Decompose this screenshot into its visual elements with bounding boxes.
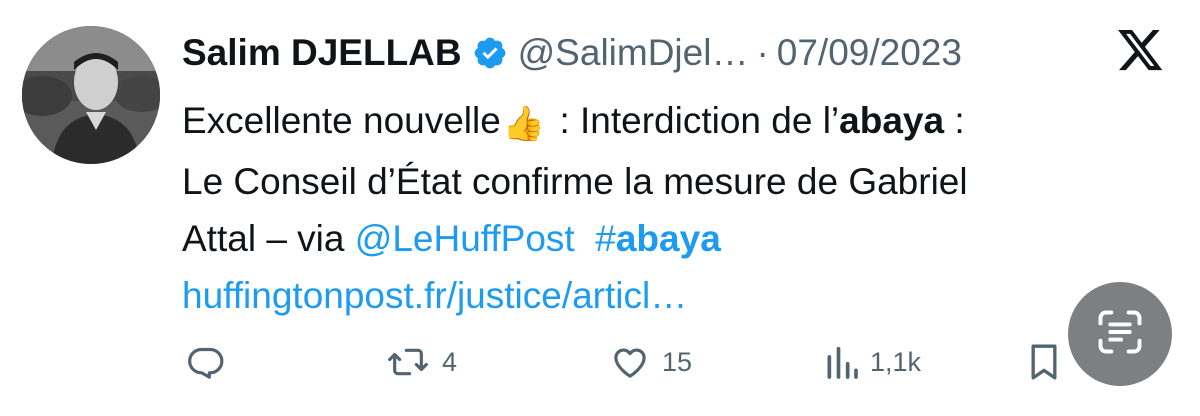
- retweet-icon: [386, 342, 430, 382]
- tweet-text-line-2: Le Conseil d’État confirme la mesure de …: [182, 161, 968, 202]
- tweet-text-segment: Excellente nouvelle: [182, 100, 501, 141]
- bookmark-icon: [1026, 342, 1062, 382]
- verified-badge-icon: [472, 35, 508, 71]
- tweet-content: Salim DJELLAB @SalimDjel… · 07/09/2023 E…: [182, 28, 1142, 324]
- retweet-count: 4: [442, 346, 458, 377]
- tweet-text-bold-segment: abaya: [839, 100, 945, 141]
- hashtag-prefix: #: [595, 218, 616, 259]
- heart-icon: [610, 342, 650, 382]
- x-logo-icon[interactable]: [1118, 30, 1164, 72]
- hashtag-link[interactable]: #abaya: [595, 218, 721, 259]
- retweet-button[interactable]: 4: [386, 340, 457, 384]
- tweet-text-line-3: Attal – via @LeHuffPost #abaya: [182, 210, 1182, 267]
- text-scan-button[interactable]: [1068, 282, 1172, 386]
- like-count: 15: [662, 346, 693, 377]
- text-scan-icon: [1094, 306, 1146, 363]
- bookmark-button[interactable]: [1026, 340, 1062, 384]
- hashtag-text: abaya: [615, 218, 721, 259]
- tweet-text: Excellente nouvelle👍 : Interdiction de l…: [182, 92, 1182, 324]
- tweet-text-segment: :: [944, 100, 965, 141]
- mention-link[interactable]: @LeHuffPost: [355, 218, 575, 259]
- tweet-date[interactable]: 07/09/2023: [777, 32, 962, 74]
- tweet-actions-bar: 4 15 1,1k: [180, 340, 1080, 384]
- reply-icon: [186, 342, 226, 382]
- thumbs-up-emoji: 👍: [502, 105, 546, 143]
- article-link[interactable]: huffingtonpost.fr/justice/articl…: [182, 267, 1182, 324]
- author-display-name[interactable]: Salim DJELLAB: [182, 32, 462, 74]
- author-handle[interactable]: @SalimDjel…: [518, 32, 749, 74]
- header-separator: ·: [756, 32, 769, 73]
- like-button[interactable]: 15: [610, 340, 692, 384]
- views-button[interactable]: 1,1k: [824, 340, 921, 384]
- tweet-header: Salim DJELLAB @SalimDjel… · 07/09/2023: [182, 28, 1142, 78]
- tweet-card[interactable]: Salim DJELLAB @SalimDjel… · 07/09/2023 E…: [0, 0, 1200, 416]
- avatar[interactable]: [22, 26, 160, 164]
- tweet-text-line-1: Excellente nouvelle👍 : Interdiction de l…: [182, 92, 1182, 153]
- tweet-text-segment: Attal – via: [182, 218, 355, 259]
- views-count: 1,1k: [870, 346, 922, 377]
- views-chart-icon: [824, 342, 858, 382]
- reply-button[interactable]: [186, 340, 238, 384]
- tweet-text-segment: : Interdiction de l’: [549, 100, 840, 141]
